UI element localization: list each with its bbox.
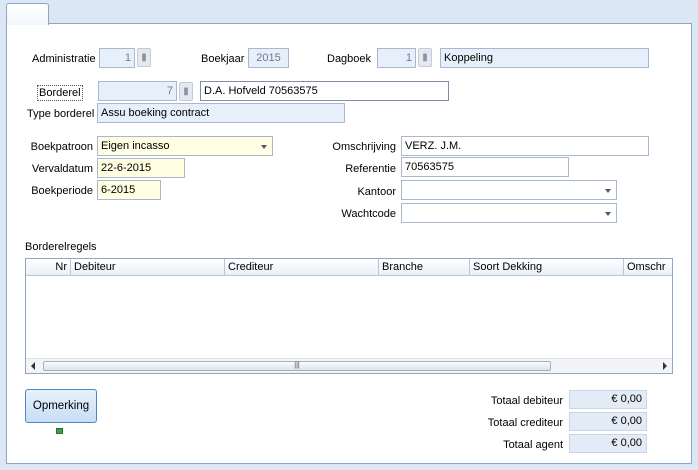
vervaldatum-label: Vervaldatum xyxy=(31,163,93,175)
omschrijving-input[interactable]: VERZ. J.M. xyxy=(401,136,649,156)
arrow-right-icon[interactable] xyxy=(663,362,667,370)
column-header-debiteur[interactable]: Debiteur xyxy=(71,259,225,276)
column-header-crediteur[interactable]: Crediteur xyxy=(225,259,379,276)
kantoor-label: Kantoor xyxy=(357,186,396,198)
lock-icon: ▮ xyxy=(418,48,432,67)
borderel-number-field: 7 xyxy=(98,81,177,101)
opmerking-button[interactable]: Opmerking xyxy=(25,389,97,423)
scrollbar-thumb[interactable]: ||| xyxy=(43,361,551,371)
boekperiode-input[interactable]: 6-2015 xyxy=(97,180,161,200)
totaal-debiteur-label: Totaal debiteur xyxy=(490,395,563,407)
type-borderel-field: Assu boeking contract xyxy=(97,103,345,123)
boekperiode-label: Boekperiode xyxy=(31,185,93,197)
chevron-down-icon[interactable] xyxy=(605,212,611,216)
tab-main[interactable] xyxy=(6,3,49,25)
borderelregels-table[interactable]: Nr Debiteur Crediteur Branche Soort Dekk… xyxy=(25,258,673,374)
dagboek-label: Dagboek xyxy=(327,53,372,65)
chevron-down-icon[interactable] xyxy=(261,145,267,149)
referentie-label: Referentie xyxy=(345,163,396,175)
omschrijving-label: Omschrijving xyxy=(332,141,396,153)
boekpatroon-label: Boekpatroon xyxy=(30,141,93,153)
column-header-nr[interactable]: Nr xyxy=(26,259,71,276)
totaal-debiteur-value: € 0,00 xyxy=(569,390,647,409)
lock-icon: ▮ xyxy=(179,82,193,101)
boekjaar-field: 2015 xyxy=(248,48,289,68)
borderel-label: Borderel xyxy=(37,85,83,101)
borderel-description-input[interactable]: D.A. Hofveld 70563575 xyxy=(200,81,449,101)
totaal-crediteur-label: Totaal crediteur xyxy=(487,417,563,429)
arrow-left-icon[interactable] xyxy=(31,362,35,370)
boekpatroon-select[interactable]: Eigen incasso xyxy=(97,136,273,156)
chevron-down-icon[interactable] xyxy=(605,189,611,193)
boekpatroon-value: Eigen incasso xyxy=(101,140,170,152)
tab-strip xyxy=(0,0,698,24)
column-header-omschr[interactable]: Omschr xyxy=(624,259,672,276)
horizontal-scrollbar[interactable]: ||| xyxy=(26,358,672,373)
administratie-label: Administratie xyxy=(32,53,96,65)
borderelregels-title: Borderelregels xyxy=(25,241,97,253)
referentie-input[interactable]: 70563575 xyxy=(401,157,569,177)
column-header-soort-dekking[interactable]: Soort Dekking xyxy=(470,259,624,276)
column-header-branche[interactable]: Branche xyxy=(379,259,470,276)
vervaldatum-input[interactable]: 22-6-2015 xyxy=(97,158,185,178)
totaal-agent-label: Totaal agent xyxy=(503,439,563,451)
totaal-crediteur-value: € 0,00 xyxy=(569,412,647,431)
wachtcode-label: Wachtcode xyxy=(341,208,396,220)
dagboek-name-field: Koppeling xyxy=(440,48,649,68)
status-indicator xyxy=(56,428,63,434)
wachtcode-select[interactable] xyxy=(401,203,617,223)
kantoor-select[interactable] xyxy=(401,180,617,200)
lock-icon: ▮ xyxy=(137,48,151,67)
dagboek-field: 1 xyxy=(377,48,416,68)
totaal-agent-value: € 0,00 xyxy=(569,434,647,453)
type-borderel-label: Type borderel xyxy=(27,108,95,120)
administratie-field: 1 xyxy=(99,48,135,68)
boekjaar-label: Boekjaar xyxy=(201,53,245,65)
